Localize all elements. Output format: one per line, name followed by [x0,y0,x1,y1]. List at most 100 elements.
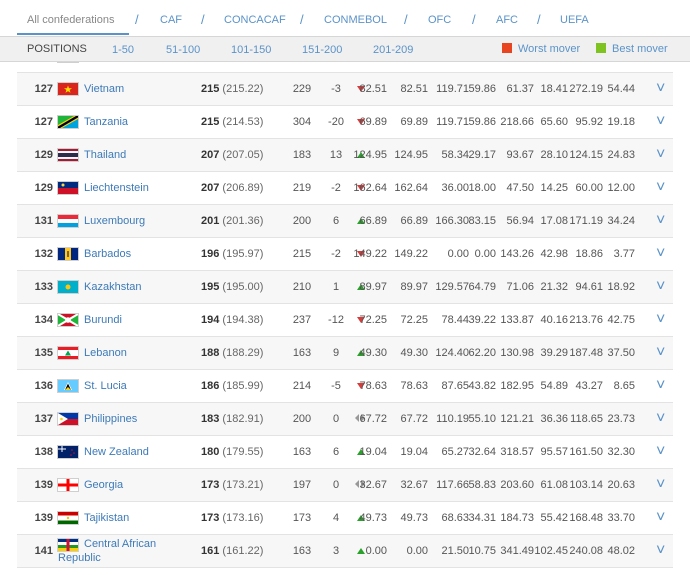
expand-chevron-icon[interactable]: ˅ [656,212,665,230]
expand-chevron-icon[interactable]: ˅ [656,62,665,65]
rank-change-cell: -5 [331,380,341,392]
country-link[interactable]: Liechtenstein [84,182,149,194]
stat-cell: 54.89 [540,380,568,392]
tab-caf[interactable]: CAF [160,14,182,26]
table-row[interactable]: 129 Thailand 207 (207.05) 183 13 124.95 124.95… [17,139,673,172]
stat-cell: 71.06 [506,281,534,293]
table-row[interactable]: 137 Philippines 183 (182.91) 200 0 67.72 67.72… [17,403,673,436]
country-link[interactable]: Vietnam [84,83,124,95]
country-link[interactable]: New Zealand [84,446,149,458]
expand-chevron-icon[interactable]: ˅ [656,410,665,428]
tab-afc[interactable]: AFC [496,14,518,26]
stat-cell: 36.36 [540,413,568,425]
range-link-151-200[interactable]: 151-200 [302,44,342,56]
stat-cell: 65.27 [441,446,469,458]
table-row[interactable]: 126Bermuda217 (216.81)2172˅ [17,62,673,73]
stat-cell: 34.31 [468,512,496,524]
table-row[interactable]: 129 Liechtenstein 207 (206.89) 219 -2 162.64 1… [17,172,673,205]
table-row[interactable]: 132 Barbados 196 (195.97) 215 -2 149.22 149.22… [17,238,673,271]
table-row[interactable]: 134 Burundi 194 (194.38) 237 -12 72.25 72.25 78… [17,304,673,337]
country-link[interactable]: Kazakhstan [84,281,141,293]
country-link[interactable]: Tanzania [84,116,128,128]
table-row[interactable]: 138 New Zealand 180 (179.55) 163 6 19.04 19.04… [17,436,673,469]
up-arrow-icon [357,548,365,554]
stat-cell: 93.67 [506,149,534,161]
points-cell: 195 (195.00) [201,281,263,293]
stat-cell: 66.89 [359,215,387,227]
table-row[interactable]: 139 Tajikistan 173 (173.16) 173 4 49.73 49.73 6… [17,502,673,535]
country-link[interactable]: Lebanon [84,347,127,359]
stat-cell: 124.95 [394,149,428,161]
range-link-1-50[interactable]: 1-50 [112,44,134,56]
country-link[interactable]: Thailand [84,149,126,161]
worst-mover-filter[interactable]: Worst mover [502,43,580,55]
country-link[interactable]: Georgia [84,479,123,491]
table-row[interactable]: 135 Lebanon 188 (188.29) 163 9 49.30 49.30 124.… [17,337,673,370]
stat-cell: 240.08 [569,545,603,557]
expand-chevron-icon[interactable]: ˅ [656,476,665,494]
table-row[interactable]: 127 Tanzania 215 (214.53) 304 -20 69.89 69.89 1… [17,106,673,139]
country-link[interactable]: Luxembourg [84,215,145,227]
stat-cell: 49.30 [359,347,387,359]
tab-conmebol[interactable]: CONMEBOL [324,14,387,26]
expand-chevron-icon[interactable]: ˅ [656,344,665,362]
expand-chevron-icon[interactable]: ˅ [656,311,665,329]
stat-cell: 32.67 [400,479,428,491]
range-link-101-150[interactable]: 101-150 [231,44,271,56]
table-row[interactable]: 133 Kazakhstan 195 (195.00) 210 1 89.97 89.97 1… [17,271,673,304]
expand-chevron-icon[interactable]: ˅ [656,278,665,296]
tab-all-confederations[interactable]: All confederations [27,14,114,26]
tab-concacaf[interactable]: CONCACAF [224,14,286,26]
best-mover-filter[interactable]: Best mover [596,43,668,55]
points-exact: (194.38) [222,314,264,326]
stat-cell: 149.22 [353,248,387,260]
expand-chevron-icon[interactable]: ˅ [656,146,665,164]
stat-cell: 121.21 [500,413,534,425]
country-link[interactable]: St. Lucia [84,380,127,392]
stat-cell: 42.75 [607,314,635,326]
flag-icon [57,214,79,228]
points-cell: 215 (214.53) [201,116,263,128]
points-cell: 215 (215.22) [201,83,263,95]
range-link-51-100[interactable]: 51-100 [166,44,200,56]
rank-cell: 132 [34,248,53,260]
country-link[interactable]: Central African Republic [58,537,178,565]
expand-chevron-icon[interactable]: ˅ [656,542,665,560]
points-exact: (188.29) [222,347,264,359]
previous-points-cell: 200 [292,413,312,425]
flag-icon [57,445,79,459]
stat-cell: 69.89 [400,116,428,128]
previous-points-cell: 215 [292,248,312,260]
expand-chevron-icon[interactable]: ˅ [656,80,665,98]
expand-chevron-icon[interactable]: ˅ [656,377,665,395]
stat-cell: 49.30 [400,347,428,359]
table-row[interactable]: 127 Vietnam 215 (215.22) 229 -3 82.51 82.51 119… [17,73,673,106]
range-link-201-209[interactable]: 201-209 [373,44,413,56]
flag-icon [57,181,79,195]
table-row[interactable]: 141 Central African Republic 161 (161.22) 1… [17,535,673,568]
country-link[interactable]: Barbados [84,248,131,260]
table-row[interactable]: 136 St. Lucia 186 (185.99) 214 -5 78.63 78.63 8… [17,370,673,403]
points-value: 207 [201,149,220,161]
expand-chevron-icon[interactable]: ˅ [656,245,665,263]
expand-chevron-icon[interactable]: ˅ [656,179,665,197]
expand-chevron-icon[interactable]: ˅ [656,113,665,131]
expand-chevron-icon[interactable]: ˅ [656,509,665,527]
country-link[interactable]: Burundi [84,314,122,326]
table-row[interactable]: 139 Georgia 173 (173.21) 197 0 32.67 32.67 117.… [17,469,673,502]
stat-cell: 54.44 [607,83,635,95]
tab-uefa[interactable]: UEFA [560,14,589,26]
table-row[interactable]: 131 Luxembourg 201 (201.36) 200 6 66.89 66.89 1… [17,205,673,238]
expand-chevron-icon[interactable]: ˅ [656,443,665,461]
stat-cell: 61.37 [506,83,534,95]
stat-cell: 12.00 [607,182,635,194]
points-exact: (195.00) [222,281,264,293]
stat-cell: 32.64 [468,446,496,458]
points-cell: 180 (179.55) [201,446,263,458]
country-link[interactable]: Philippines [84,413,137,425]
tab-separator: / [537,12,541,27]
rank-change-cell: 1 [332,281,340,293]
country-link[interactable]: Tajikistan [84,512,129,524]
stat-cell: 66.89 [400,215,428,227]
tab-ofc[interactable]: OFC [428,14,451,26]
